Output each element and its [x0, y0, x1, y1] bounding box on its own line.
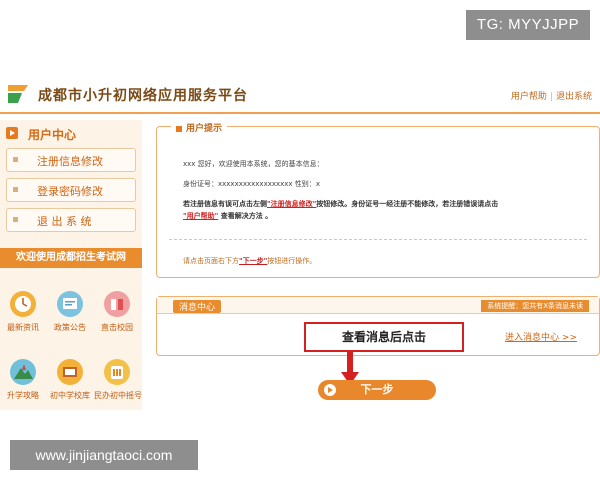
url-watermark: www.jinjiangtaoci.com — [10, 440, 198, 470]
id-value: xxxxxxxxxxxxxxxxxx — [218, 180, 293, 188]
shortcut-label: 升学攻略 — [7, 391, 39, 400]
shortcut-label: 政策公告 — [54, 323, 86, 332]
instruction-line-2: "用户帮助" 查看解决方法 。 — [183, 211, 272, 221]
shortcut-middle-school-db[interactable]: 初中学校库 — [47, 358, 93, 410]
greeting-text: xxx 您好，欢迎使用本系统，您的基本信息： — [183, 160, 324, 168]
bullet-square-icon — [13, 187, 18, 192]
annotation-callout: 查看消息后点击 — [304, 322, 464, 352]
bullet-square-icon — [13, 217, 18, 222]
arrow-right-icon — [6, 127, 18, 139]
next-step-inline-link[interactable]: "下一步" — [239, 257, 267, 265]
instruction-text: 查看解决方法 。 — [218, 212, 273, 220]
site-header: 成都市小升初网络应用服务平台 用户帮助 | 退出系统 — [0, 78, 600, 114]
site-title: 成都市小升初网络应用服务平台 — [38, 88, 248, 104]
sidebar-heading: 用户中心 — [0, 123, 142, 145]
edit-registration-link[interactable]: "注册信息修改" — [267, 200, 316, 208]
shortcut-private-lottery[interactable]: 民办初中摇号 — [94, 358, 142, 410]
link-separator: | — [549, 92, 553, 102]
next-step-button[interactable]: 下一步 — [318, 380, 436, 400]
sidebar-item-edit-registration[interactable]: 注册信息修改 — [6, 148, 136, 172]
gender-value: x — [315, 180, 320, 188]
user-prompt-panel: 用户提示 xxx 您好，欢迎使用本系统，您的基本信息： 身份证号：xxxxxxx… — [156, 121, 600, 278]
sidebar-item-label: 退 出 系 统 — [37, 215, 92, 228]
id-label: 身份证号： — [183, 180, 218, 188]
panel-title-text: 用户提示 — [186, 124, 223, 134]
sidebar-item-change-password[interactable]: 登录密码修改 — [6, 178, 136, 202]
next-step-tip: 请点击页面右下方"下一步"按钮进行操作。 — [183, 256, 316, 266]
enter-message-center-link[interactable]: 进入消息中心 >> — [505, 330, 577, 343]
user-help-inline-link[interactable]: "用户帮助" — [183, 212, 218, 220]
sidebar: 用户中心 注册信息修改 登录密码修改 退 出 系 统 欢迎使用成都招生考试网 最… — [0, 120, 142, 410]
sidebar-heading-text: 用户中心 — [28, 128, 77, 142]
shortcut-latest-news[interactable]: 最新资讯 — [0, 290, 46, 342]
instruction-text: 按钮修改。身份证号一经注册不能修改，若注册错误请点击 — [316, 200, 499, 208]
message-center-title: 消息中心 — [173, 300, 222, 313]
lottery-icon — [104, 359, 130, 385]
top-links: 用户帮助 | 退出系统 — [511, 89, 592, 102]
logout-link[interactable]: 退出系统 — [556, 92, 592, 102]
user-help-link[interactable]: 用户帮助 — [511, 92, 547, 102]
shortcut-label: 初中学校库 — [50, 391, 90, 400]
bullet-square-icon — [13, 157, 18, 162]
shortcut-campus[interactable]: 直击校园 — [94, 290, 140, 342]
instruction-line-1: 若注册信息有误可点击左侧"注册信息修改"按钮修改。身份证号一经注册不能修改，若注… — [183, 199, 498, 209]
play-circle-icon — [324, 384, 336, 396]
tg-watermark: TG: MYYJJPP — [466, 10, 590, 40]
panel-title: 用户提示 — [171, 121, 228, 134]
mountain-icon — [10, 359, 36, 385]
square-bullet-icon — [176, 125, 182, 132]
school-board-icon — [57, 359, 83, 385]
clock-icon — [10, 291, 36, 317]
unread-notice-badge: 系统提醒：您共有X条消息未读 — [481, 300, 589, 312]
sidebar-item-label: 登录密码修改 — [37, 185, 103, 198]
gender-label: 性别： — [292, 180, 316, 188]
next-step-label: 下一步 — [360, 383, 394, 396]
id-info: 身份证号：xxxxxxxxxxxxxxxxxx 性别：x — [183, 179, 320, 189]
message-center-header: 消息中心 系统提醒：您共有X条消息未读 — [157, 297, 599, 314]
tip-text: 按钮进行操作。 — [267, 257, 317, 265]
divider — [169, 239, 587, 240]
logo-icon — [8, 85, 28, 103]
instruction-text: 若注册信息有误可点击左侧 — [183, 200, 267, 208]
campus-books-icon — [104, 291, 130, 317]
tip-text: 请点击页面右下方 — [183, 257, 239, 265]
shortcut-admission-guide[interactable]: 升学攻略 — [0, 358, 46, 410]
notice-board-icon — [57, 291, 83, 317]
welcome-banner: 欢迎使用成都招生考试网 — [0, 248, 142, 268]
shortcut-label: 民办初中摇号 — [94, 391, 142, 400]
shortcut-label: 最新资讯 — [7, 323, 39, 332]
sidebar-item-label: 注册信息修改 — [37, 155, 103, 168]
shortcut-label: 直击校园 — [101, 323, 133, 332]
shortcut-policy-notice[interactable]: 政策公告 — [47, 290, 93, 342]
sidebar-item-logout[interactable]: 退 出 系 统 — [6, 208, 136, 232]
